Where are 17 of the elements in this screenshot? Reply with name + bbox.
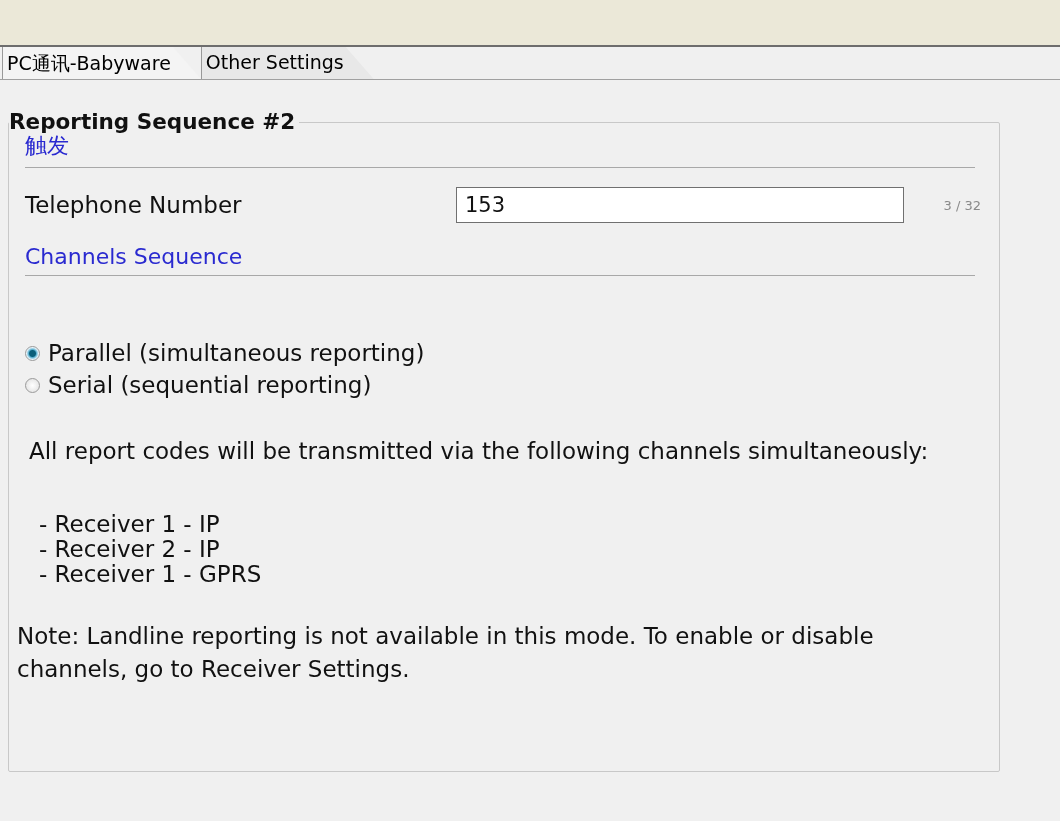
tab[interactable]: PC通讯-Babyware — [2, 47, 201, 79]
field-label: Telephone Number — [25, 192, 243, 218]
description-text: All report codes will be transmitted via the following channels simultaneously: — [28, 438, 930, 464]
telephone-field[interactable]: 153 — [456, 187, 904, 223]
radio-option[interactable]: Parallel (simultaneous reporting) — [25, 340, 989, 366]
tab[interactable]: Other Settings — [200, 47, 374, 79]
channel-item: - Receiver 2 - IP — [39, 537, 221, 562]
radio-label: Serial (sequential reporting) — [48, 372, 372, 398]
radio-option[interactable]: Serial (sequential reporting) — [25, 372, 989, 398]
note-text: Note: Landline reporting is not available in this mode. To enable or disable channels, go to Receiver Settings. — [17, 622, 875, 684]
channel-item: - Receiver 1 - IP — [39, 512, 221, 537]
channel-item: - Receiver 1 - GPRS — [39, 562, 263, 587]
character-counter: 3 / 32 — [943, 197, 981, 213]
radio-button[interactable] — [25, 377, 40, 393]
radio-label: Parallel (simultaneous reporting) — [48, 340, 425, 366]
section-title: Channels Sequence — [25, 242, 975, 276]
radio-button[interactable] — [25, 345, 40, 361]
